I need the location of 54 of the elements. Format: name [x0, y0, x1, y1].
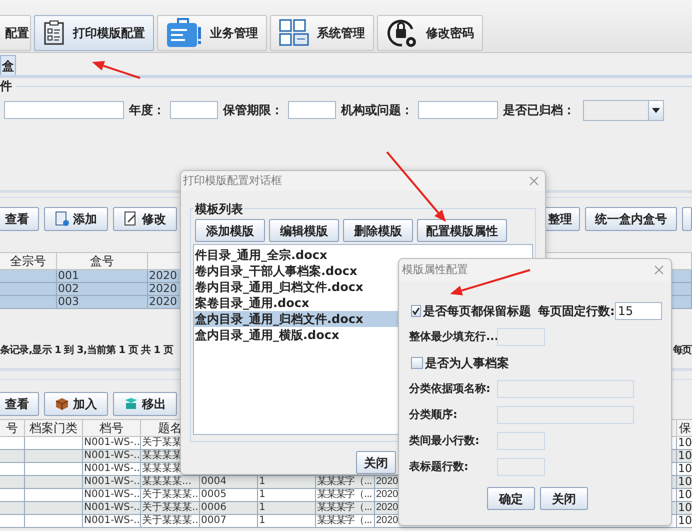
column-header: 档号 — [100, 421, 124, 435]
table-cell: 2020 — [376, 515, 398, 526]
table-cell: 2020 — [149, 282, 177, 295]
column-header: 号 — [6, 421, 18, 435]
table-cell: 10 — [678, 488, 692, 501]
column-header: 档案门类 — [30, 421, 78, 435]
table-cell: 1 — [259, 502, 266, 513]
field-label: 机构或问题： — [341, 102, 413, 119]
checkbox-label: 是否为人事档案 — [425, 355, 509, 372]
table-cell: 10 — [678, 501, 692, 514]
table-cell: N001-WS-... — [84, 489, 140, 500]
table-cell: 10 — [678, 514, 692, 527]
field-label: 是否已归档： — [503, 102, 575, 119]
page-size-label: 每页 — [673, 342, 692, 358]
table-cell: 0007 — [201, 515, 226, 526]
table-cell: 某某某某... — [142, 476, 192, 487]
table-cell: 1 — [259, 489, 266, 500]
table-cell: 001 — [58, 269, 79, 282]
column-header: 题名 — [158, 421, 182, 435]
group-title: 件 — [0, 80, 12, 92]
table-cell: 1 — [259, 515, 266, 526]
table-cell: 2020 — [149, 295, 177, 308]
column-header: 盒号 — [57, 252, 148, 270]
table-cell: 2020 — [149, 269, 177, 282]
table-cell: N001-WS-... — [84, 502, 140, 513]
table-cell: 10 — [678, 436, 692, 449]
dialog-title: 打印模版配置对话框 — [183, 172, 282, 189]
table-cell: N001-WS-... — [84, 437, 140, 448]
paging-status: 条记录,显示 1 到 3,当前第 1 页 共 1 页 — [0, 344, 173, 358]
table-cell: 1 — [259, 476, 266, 487]
table-cell: 0004 — [201, 476, 226, 487]
field-label: 分类顺序: — [409, 406, 458, 423]
table-cell: 002 — [58, 282, 79, 295]
table-cell: N001-WS-... — [84, 450, 140, 461]
field-label: 保管期限： — [223, 102, 283, 119]
table-cell: 2020 — [376, 489, 398, 500]
table-cell: N001-WS-... — [84, 515, 140, 526]
column-header: 保 — [679, 421, 691, 435]
field-label: 分类依据项名称: — [409, 380, 492, 397]
table-cell: 2020 — [376, 502, 398, 513]
table-cell: 0005 — [201, 489, 226, 500]
table-cell: 10 — [678, 449, 692, 462]
table-cell: 10 — [678, 475, 692, 488]
field-label: 表标题行数: — [409, 458, 470, 475]
table-cell: 10 — [678, 462, 692, 475]
field-label: 年度： — [129, 102, 165, 119]
table-cell: 003 — [58, 295, 79, 308]
table-cell: N001-WS-... — [84, 463, 140, 474]
table-cell: 0006 — [201, 502, 226, 513]
dialog-title: 模版属性配置 — [402, 262, 468, 278]
table-cell: N001-WS-... — [84, 476, 140, 487]
field-label: 类间最小行数: — [409, 432, 480, 449]
field-label: 每页固定行数: — [538, 303, 615, 320]
table-cell: 2020 — [376, 476, 398, 487]
